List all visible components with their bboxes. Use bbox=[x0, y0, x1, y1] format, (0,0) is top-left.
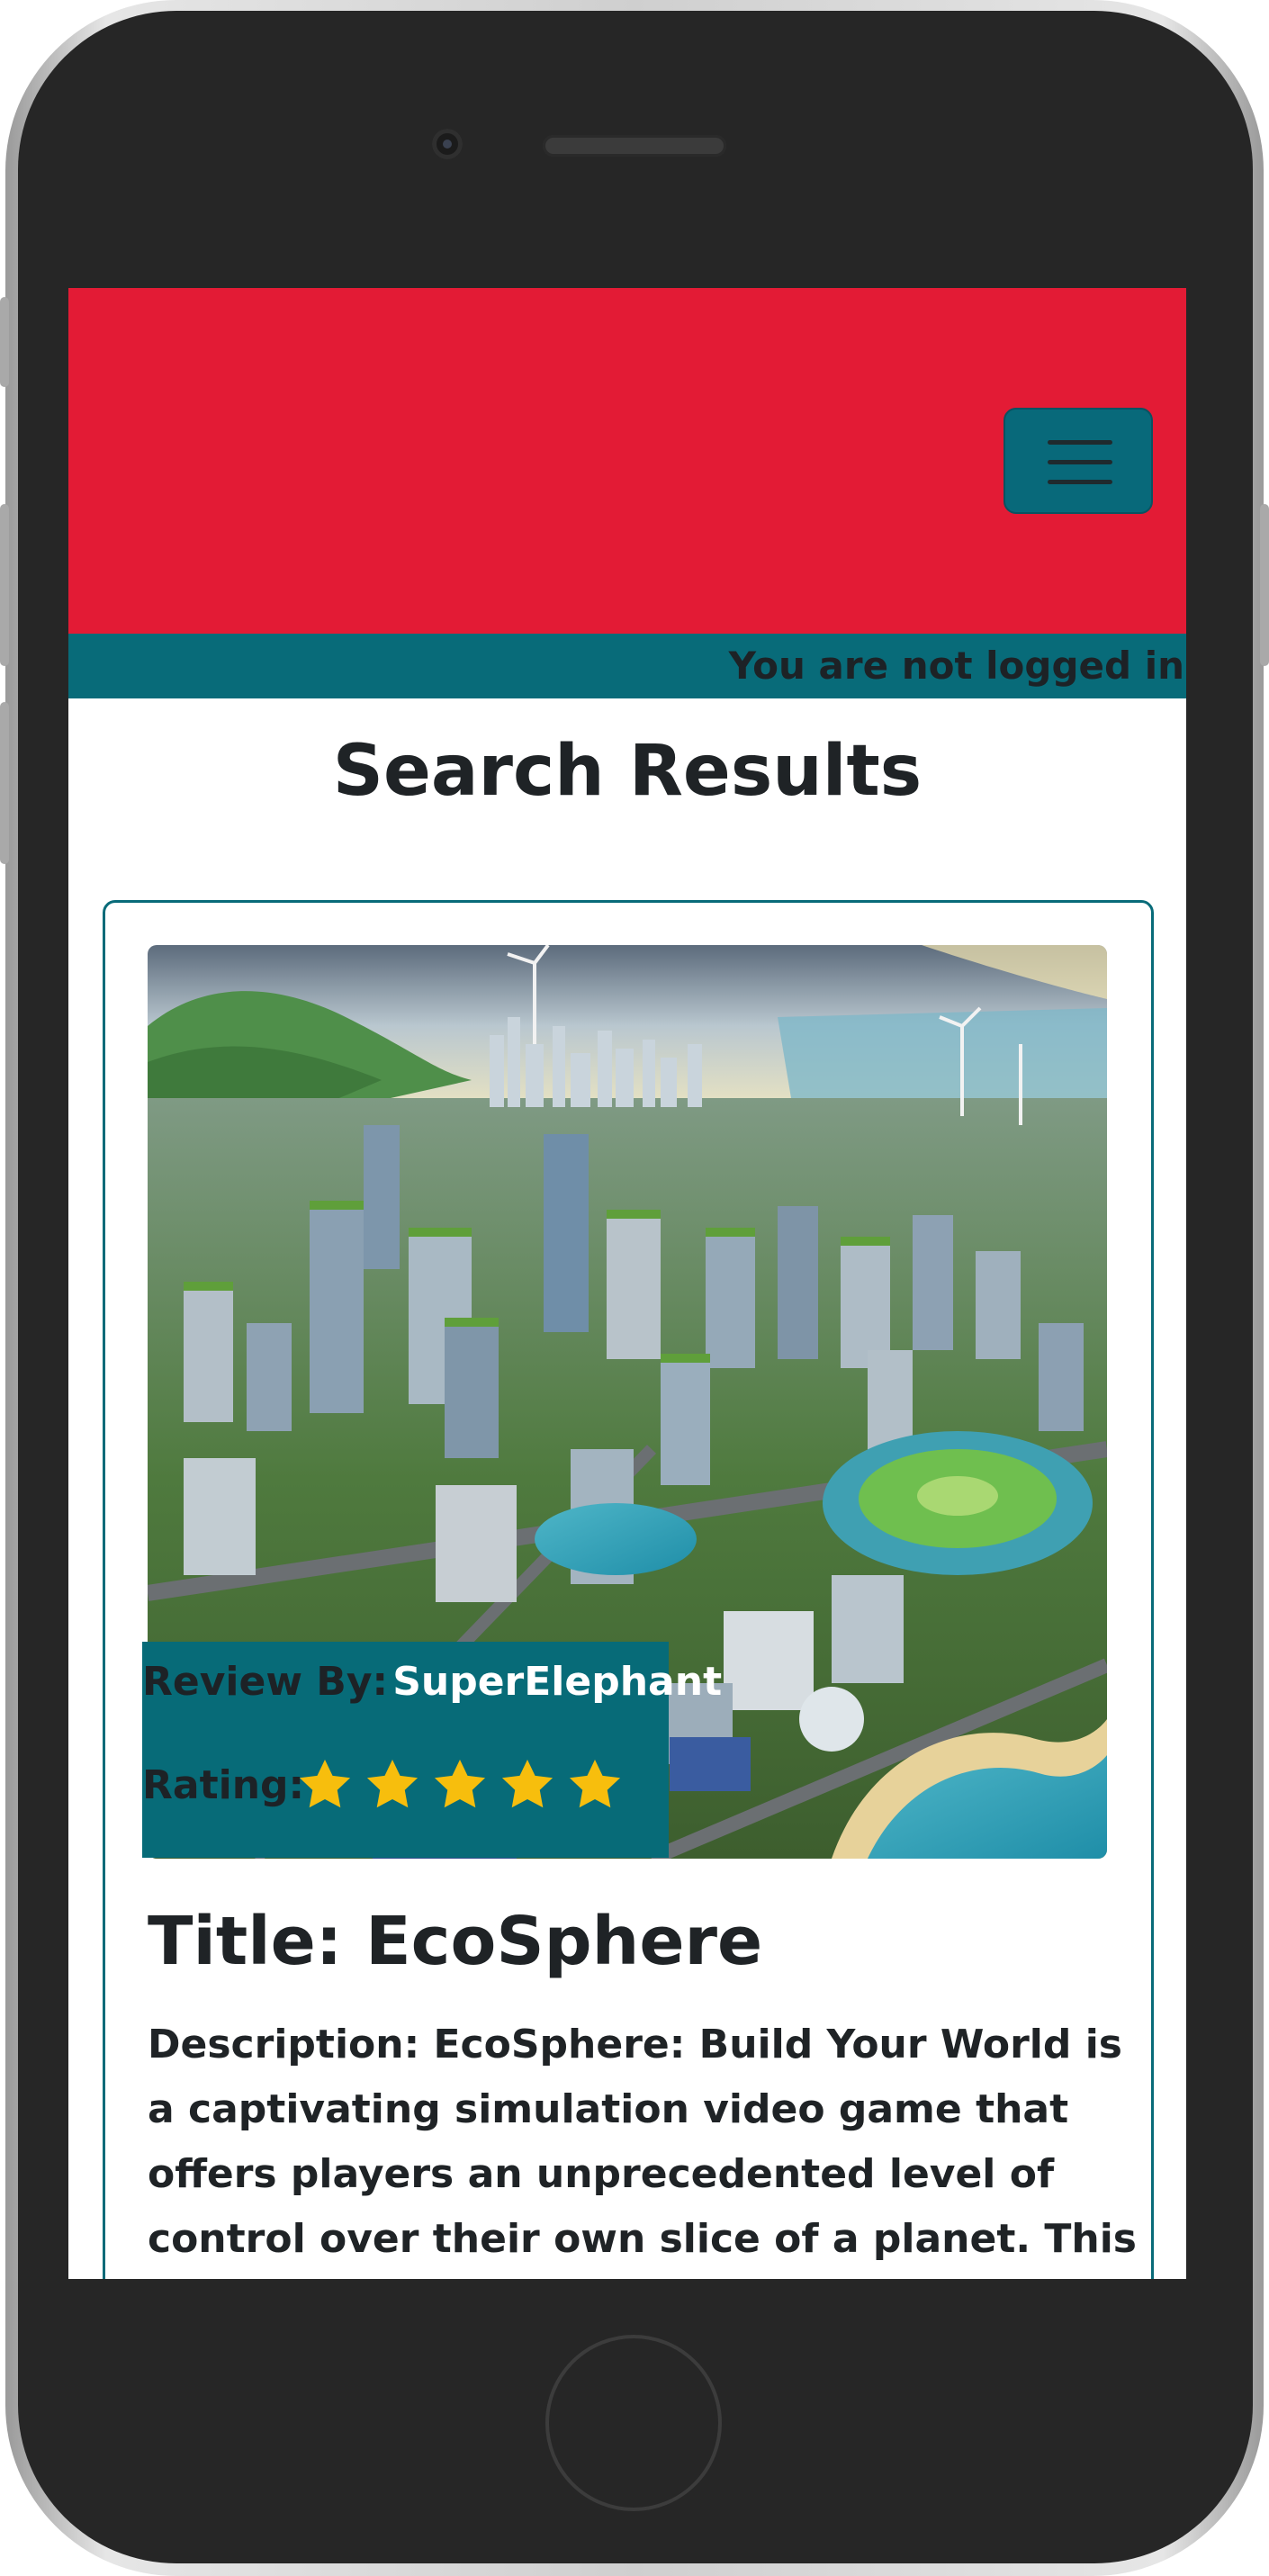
game-description: Description: EcoSphere: Build Your World… bbox=[148, 2022, 1137, 2262]
star-icon bbox=[295, 1755, 355, 1815]
star-icon bbox=[363, 1755, 422, 1815]
rating-label: Rating: bbox=[142, 1762, 305, 1808]
front-camera bbox=[432, 129, 463, 159]
reviewer-line: Review By: SuperElephant bbox=[142, 1647, 722, 1717]
reviewer-label: Review By: bbox=[142, 1659, 389, 1705]
home-button[interactable] bbox=[545, 2335, 722, 2511]
page-title: Search Results bbox=[332, 731, 922, 812]
login-status-bar: You are not logged in bbox=[68, 634, 1186, 698]
menu-toggle-button[interactable] bbox=[1004, 408, 1153, 514]
phone-screen: You are not logged in Search Results Rev… bbox=[68, 288, 1186, 2279]
game-title: Title: EcoSphere bbox=[148, 1903, 763, 1980]
volume-down-button bbox=[0, 702, 9, 864]
login-status-text: You are not logged in bbox=[728, 644, 1184, 688]
rating-stars bbox=[295, 1755, 625, 1815]
star-icon bbox=[565, 1755, 625, 1815]
earpiece-speaker bbox=[543, 135, 726, 157]
top-navbar bbox=[68, 288, 1186, 634]
rating-line: Rating: bbox=[142, 1750, 621, 1822]
mute-switch bbox=[0, 297, 9, 387]
review-overlay: Review By: SuperElephant Rating: bbox=[142, 1642, 722, 1858]
power-button bbox=[1260, 504, 1269, 666]
star-icon bbox=[498, 1755, 557, 1815]
volume-up-button bbox=[0, 504, 9, 666]
reviewer-name[interactable]: SuperElephant bbox=[392, 1659, 722, 1705]
star-icon bbox=[430, 1755, 490, 1815]
